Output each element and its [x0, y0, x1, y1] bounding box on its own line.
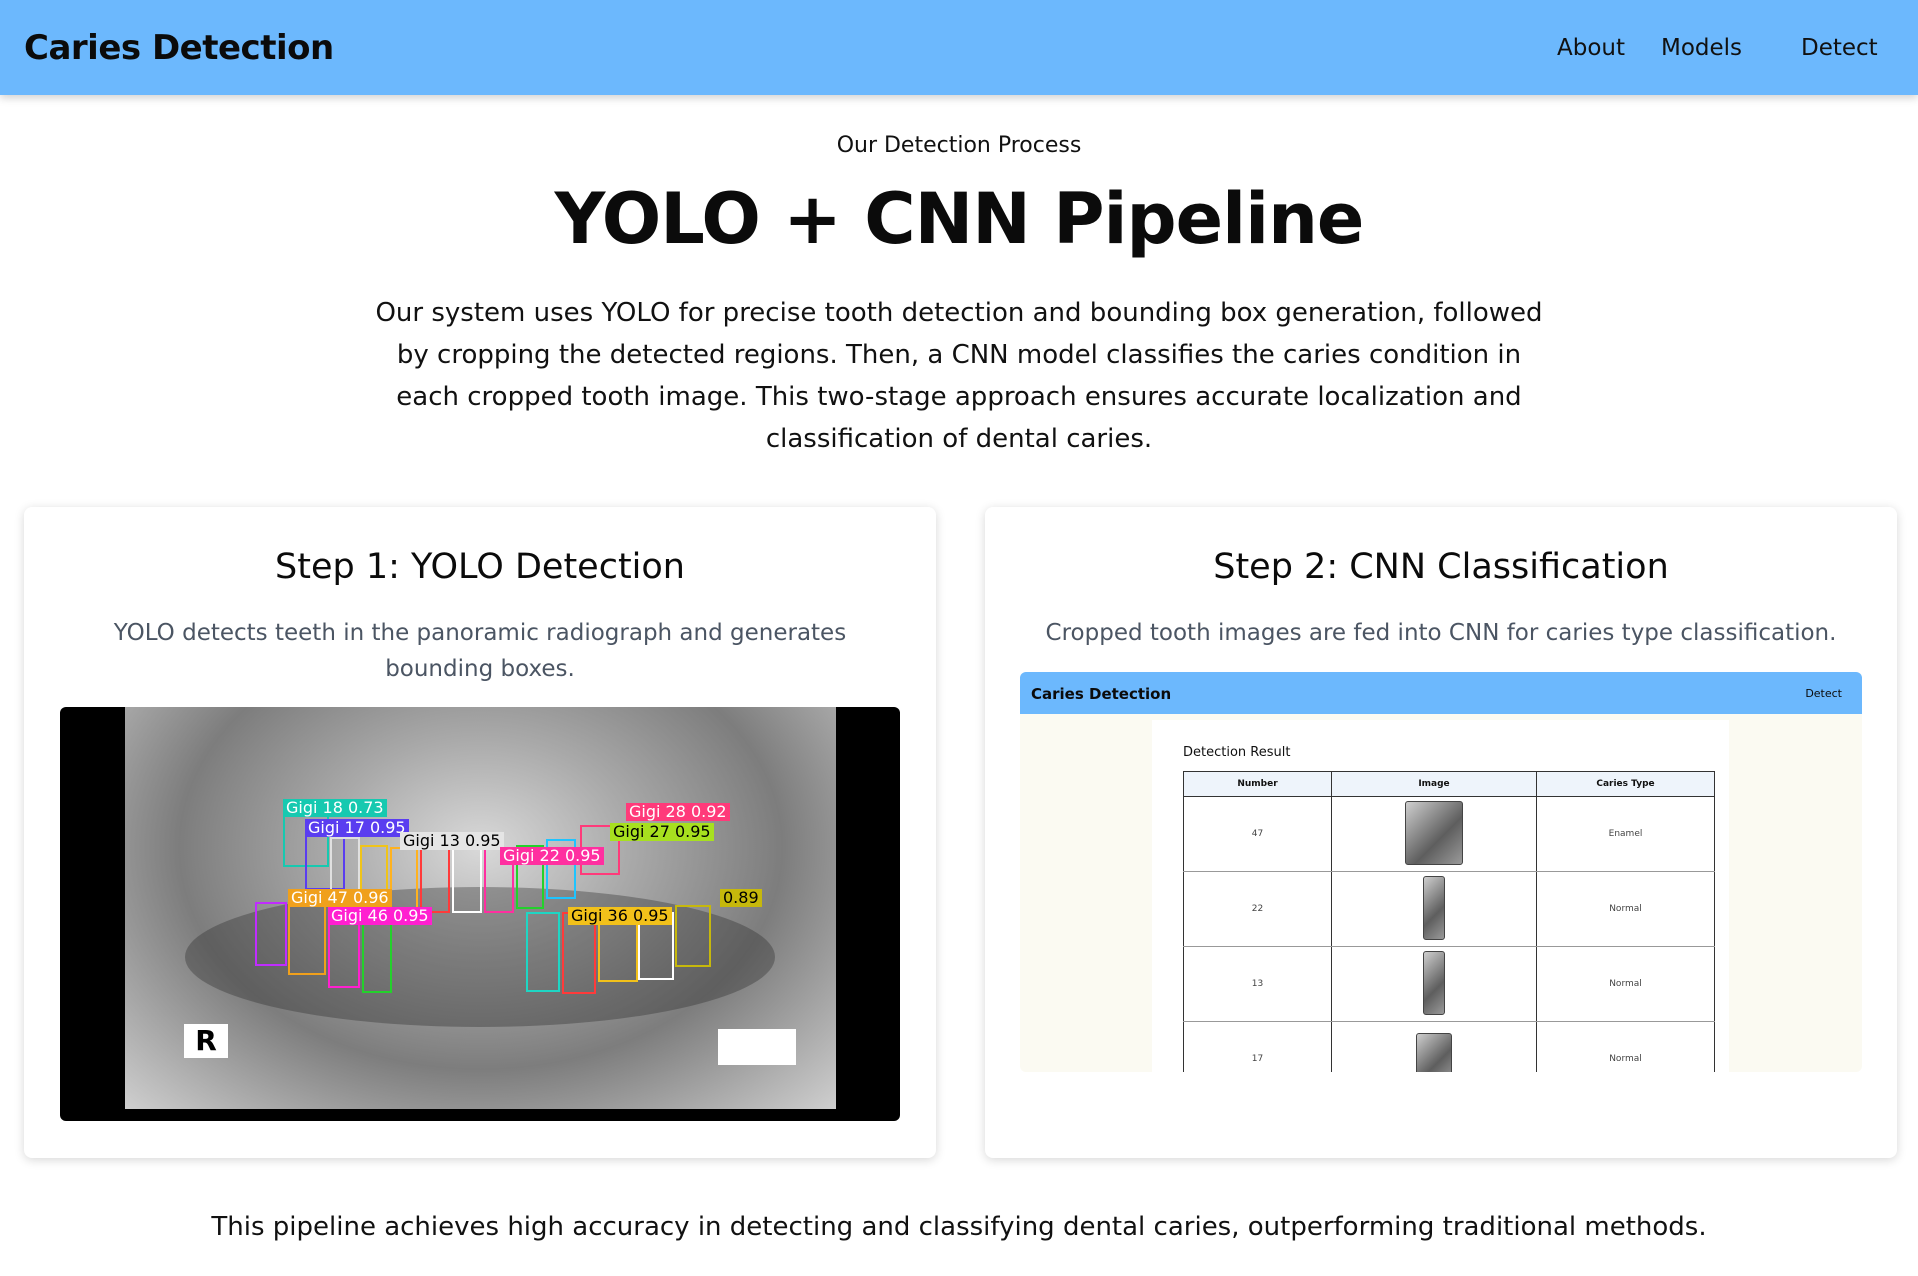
step-1-card: Step 1: YOLO Detection YOLO detects teet…	[24, 507, 936, 1158]
top-navbar: Caries Detection About Models Detect	[0, 0, 1918, 95]
table-row: 13 Normal	[1183, 946, 1715, 1022]
tooth-image-cell	[1331, 1021, 1537, 1072]
caries-type-cell: Normal	[1536, 946, 1715, 1022]
table-row: 47 Enamel	[1183, 796, 1715, 872]
screenshot-nav-detect: Detect	[1805, 687, 1842, 700]
diagnostic-center-logo	[718, 1029, 796, 1065]
detection-label: Gigi 13 0.95	[400, 832, 504, 850]
step-2-card: Step 2: CNN Classification Cropped tooth…	[985, 507, 1897, 1158]
detection-label: Gigi 22 0.95	[500, 847, 604, 865]
column-header-caries-type: Caries Type	[1536, 771, 1715, 797]
detection-box	[255, 902, 287, 966]
tooth-number-cell: 17	[1183, 1021, 1332, 1072]
cropped-tooth-thumbnail	[1423, 950, 1445, 1015]
detection-label: Gigi 46 0.95	[328, 907, 432, 925]
step-2-title: Step 2: CNN Classification	[1213, 547, 1669, 587]
tooth-image-cell	[1331, 796, 1537, 872]
step-1-title: Step 1: YOLO Detection	[275, 547, 685, 587]
table-row: 17 Normal	[1183, 1021, 1715, 1072]
column-header-image: Image	[1331, 771, 1537, 797]
cropped-tooth-thumbnail	[1423, 875, 1445, 940]
caries-type-cell: Normal	[1536, 1021, 1715, 1072]
nav-link-models[interactable]: Models	[1661, 35, 1742, 61]
step-2-description: Cropped tooth images are fed into CNN fo…	[1045, 620, 1837, 646]
yolo-detection-image: Gigi 18 0.73 Gigi 17 0.95 Gigi 13 0.95 G…	[60, 707, 900, 1121]
cropped-tooth-thumbnail	[1416, 1032, 1452, 1072]
screenshot-brand: Caries Detection	[1031, 685, 1172, 703]
detection-label: Gigi 27 0.95	[610, 823, 714, 841]
screenshot-navbar: Caries Detection Detect	[1020, 672, 1862, 714]
column-header-number: Number	[1183, 771, 1332, 797]
detection-box	[452, 847, 482, 913]
nav-link-detect[interactable]: Detect	[1801, 35, 1878, 61]
detection-result-heading: Detection Result	[1183, 745, 1291, 760]
detection-box	[390, 847, 418, 913]
detection-label: Gigi 17 0.95	[305, 819, 409, 837]
tooth-number-cell: 22	[1183, 871, 1332, 947]
page-title: YOLO + CNN Pipeline	[554, 178, 1365, 260]
caries-type-cell: Enamel	[1536, 796, 1715, 872]
detection-box	[362, 915, 392, 993]
detection-label: Gigi 36 0.95	[568, 907, 672, 925]
pipeline-summary-text: This pipeline achieves high accuracy in …	[211, 1212, 1707, 1242]
detection-label: Gigi 47 0.96	[288, 889, 392, 907]
section-eyebrow: Our Detection Process	[836, 133, 1082, 158]
caries-type-cell: Normal	[1536, 871, 1715, 947]
detection-box	[526, 912, 560, 992]
detection-label: Gigi 28 0.92	[626, 803, 730, 821]
tooth-image-cell	[1331, 871, 1537, 947]
cnn-classification-screenshot: Caries Detection Detect Detection Result…	[1020, 672, 1862, 1072]
tooth-image-cell	[1331, 946, 1537, 1022]
brand-logo-text[interactable]: Caries Detection	[24, 28, 334, 68]
detection-label: Gigi 18 0.73	[283, 799, 387, 817]
radiograph-orientation-marker: R	[184, 1024, 228, 1058]
detection-label: 0.89	[720, 889, 762, 907]
intro-paragraph: Our system uses YOLO for precise tooth d…	[375, 298, 1543, 454]
nav-link-about[interactable]: About	[1557, 35, 1625, 61]
step-1-description: YOLO detects teeth in the panoramic radi…	[113, 620, 847, 682]
detection-box	[420, 847, 450, 913]
tooth-number-cell: 47	[1183, 796, 1332, 872]
detection-box	[288, 905, 326, 975]
table-row: 22 Normal	[1183, 871, 1715, 947]
screenshot-result-panel: Detection Result Number Image Caries Typ…	[1152, 720, 1729, 1072]
tooth-number-cell: 13	[1183, 946, 1332, 1022]
cropped-tooth-thumbnail	[1405, 800, 1463, 865]
detection-box	[675, 905, 711, 967]
detection-result-table: Number Image Caries Type 47 Enamel 22 No	[1183, 771, 1715, 1072]
